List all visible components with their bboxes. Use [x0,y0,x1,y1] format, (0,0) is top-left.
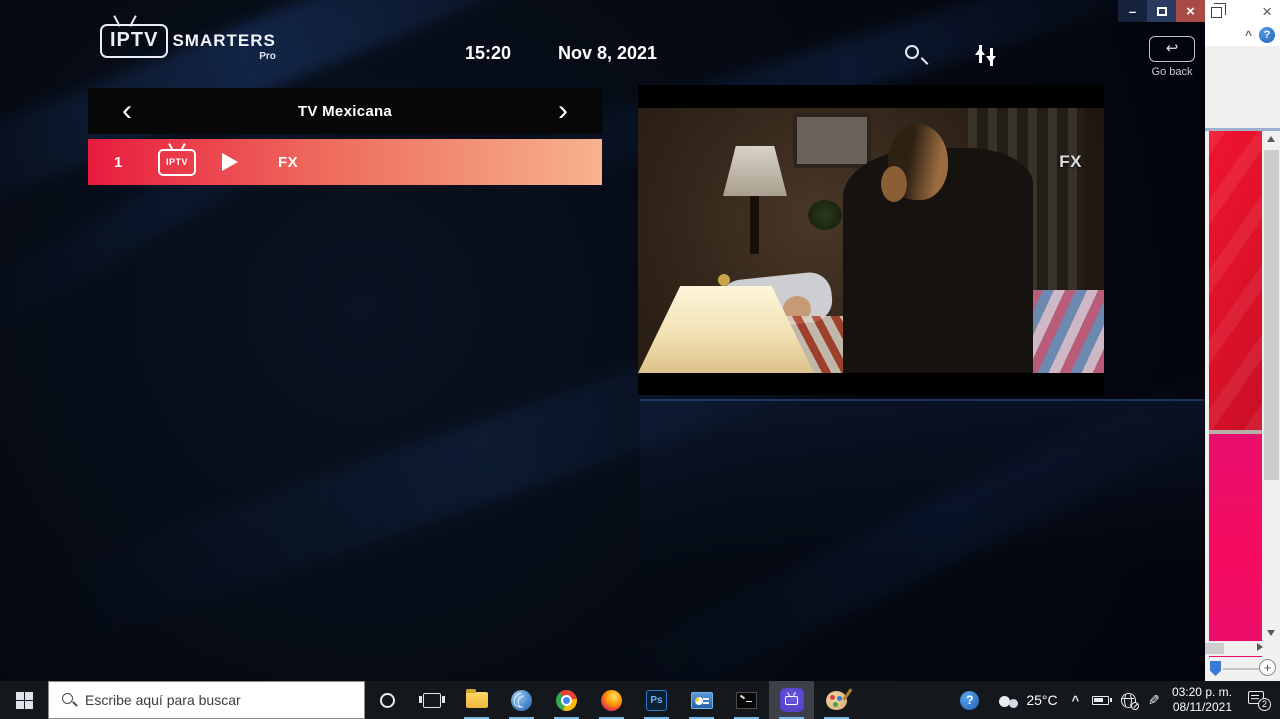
video-frame: FX [638,108,1104,373]
category-header: ‹ TV Mexicana › [88,88,602,134]
go-back-label: Go back [1147,66,1197,78]
tray-time: 03:20 p. m. [1172,685,1232,700]
battery-icon[interactable] [1092,696,1109,705]
network-icon[interactable] [1121,693,1136,708]
paint-close-button[interactable]: × [1262,2,1272,22]
iptv-smarters-window: – × IPTV SMARTERS Pro 15:20 Nov 8, 2021 [0,0,1205,681]
paint-statusbar: + [1205,657,1280,681]
close-button[interactable]: × [1176,0,1205,22]
channel-row[interactable]: 1 IPTV FX [88,139,602,185]
app-logo: IPTV SMARTERS Pro [100,24,276,62]
help-icon[interactable]: ? [1259,27,1275,43]
system-tray: ? 25°C ^ ✎ 03:20 p. m. 08/11/2021 2 [960,681,1280,719]
sort-icon[interactable] [975,42,1001,70]
epg-panel [640,399,1204,681]
task-view-button[interactable] [409,681,454,719]
play-icon [222,153,238,171]
maximize-icon [1157,7,1167,16]
paint-ribbon: ^ ? [1205,26,1280,46]
file-explorer-button[interactable] [454,681,499,719]
next-category-icon[interactable]: › [558,91,568,131]
brand-smarters-text: SMARTERS [172,31,275,51]
channel-watermark: FX [1059,152,1082,172]
zoom-in-button[interactable]: + [1259,659,1276,676]
taskbar-search-input[interactable] [85,692,364,708]
cortana-button[interactable] [365,681,409,719]
hidden-icons-chevron[interactable]: ^ [1072,693,1080,708]
paint-button[interactable] [814,681,859,719]
video-player[interactable]: FX [638,85,1104,395]
paint-icon [826,691,847,710]
iptv-app-icon [780,688,804,712]
weather-widget[interactable]: 25°C [997,692,1057,708]
back-arrow-icon: ↩ [1149,36,1195,62]
taskbar-clock[interactable]: 03:20 p. m. 08/11/2021 [1172,685,1232,715]
vertical-scrollbar[interactable] [1263,131,1280,641]
channel-logo-icon: IPTV [158,149,196,176]
system-app-icon [691,692,713,709]
zoom-slider[interactable] [1210,661,1221,676]
restore-icon[interactable] [1211,7,1222,18]
desktop-screen: – × IPTV SMARTERS Pro 15:20 Nov 8, 2021 [0,0,1280,719]
vertical-scroll-thumb[interactable] [1264,150,1279,480]
go-back-button[interactable]: ↩ Go back [1147,36,1197,78]
get-help-icon[interactable]: ? [960,691,979,710]
scene-background-lamp [723,146,787,196]
scroll-up-icon[interactable] [1263,131,1280,147]
globe-app-button[interactable] [499,681,544,719]
pen-icon[interactable]: ✎ [1148,692,1160,709]
terminal-icon [736,692,757,709]
photoshop-icon: Ps [646,690,667,711]
tv-logo-icon: IPTV [100,24,168,58]
maximize-button[interactable] [1147,0,1176,22]
prev-category-icon[interactable]: ‹ [122,91,132,131]
horizontal-scrollbar[interactable] [1205,641,1263,656]
app-titlebar: – × [0,0,1205,22]
action-center-button[interactable]: 2 [1248,691,1268,709]
terminal-button[interactable] [724,681,769,719]
chrome-icon [556,690,577,711]
brand-iptv-text: IPTV [110,29,158,51]
system-app-button[interactable] [679,681,724,719]
tray-date: 08/11/2021 [1173,700,1232,715]
category-title: TV Mexicana [298,103,392,120]
minimize-button[interactable]: – [1118,0,1147,22]
search-icon[interactable] [903,43,931,71]
scene-picture-frame [793,113,871,168]
channel-logo-text: IPTV [166,157,188,167]
taskbar-search[interactable] [48,681,365,719]
search-icon [61,692,77,708]
chrome-button[interactable] [544,681,589,719]
iptv-smarters-button[interactable] [769,681,814,719]
firefox-button[interactable] [589,681,634,719]
windows-logo-icon [16,692,33,709]
cloud-icon [997,694,1019,707]
scene-quilt [1032,290,1104,373]
taskbar: Ps ? 25°C ^ ✎ 03:20 p. m. 08/11/2021 2 [0,681,1280,719]
clock-date: Nov 8, 2021 [558,43,657,64]
brand-pro-text: Pro [259,51,276,62]
temperature-text: 25°C [1026,692,1057,708]
cortana-icon [380,693,395,708]
scene-plant [808,200,842,230]
horizontal-scroll-thumb[interactable] [1205,643,1224,654]
globe-app-icon [511,690,532,711]
firefox-icon [601,690,622,711]
paint-canvas-red [1209,131,1262,430]
paint-titlebar: × [1205,0,1280,26]
start-button[interactable] [0,681,48,719]
photoshop-button[interactable]: Ps [634,681,679,719]
folder-icon [466,692,488,708]
channel-name: FX [278,154,298,171]
collapse-ribbon-icon[interactable]: ^ [1245,28,1252,42]
paint-canvas-pink [1209,434,1262,658]
task-view-icon [423,693,441,708]
clock-time: 15:20 [465,43,511,64]
channel-number: 1 [114,154,136,171]
notification-badge: 2 [1258,698,1271,711]
scroll-down-icon[interactable] [1263,625,1280,641]
paint-window: × ^ ? + [1205,0,1280,681]
